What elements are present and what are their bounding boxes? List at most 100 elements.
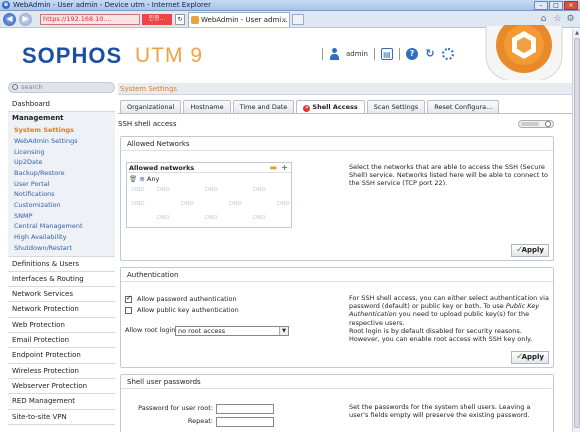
clipboard-icon[interactable]: ▤ <box>380 48 393 60</box>
main-content: System Settings Organizational Hostname … <box>118 80 572 432</box>
sidebar-item-network-protection[interactable]: Network Protection <box>8 302 115 318</box>
pubkey-auth-label: Allow public key authentication <box>137 306 239 314</box>
sidebar-item-interfaces-routing[interactable]: Interfaces & Routing <box>8 271 115 288</box>
home-icon[interactable]: ⌂ <box>538 14 549 25</box>
window-titlebar: e WebAdmin - User admin - Device utm - I… <box>0 0 580 11</box>
network-name: Any <box>146 175 160 183</box>
pubkey-auth-row[interactable]: Allow public key authentication <box>125 306 239 315</box>
sidebar-group-management[interactable]: Management <box>8 112 115 126</box>
allowed-networks-box-title: Allowed networks <box>127 163 291 173</box>
add-icon[interactable]: + <box>281 164 288 172</box>
tab-hostname[interactable]: Hostname <box>183 100 231 113</box>
sidebar-subitem-backup-restore[interactable]: Backup/Restore <box>8 168 115 179</box>
scroll-up-icon[interactable]: ▲ <box>573 29 580 37</box>
root-login-select[interactable]: no root access ▼ <box>175 326 289 336</box>
tab-time-and-date[interactable]: Time and Date <box>232 100 295 113</box>
dnd-placeholder: DND <box>253 187 266 193</box>
divider <box>373 48 375 60</box>
tab-organizational[interactable]: Organizational <box>120 100 182 113</box>
dnd-placeholder: DND <box>157 215 170 221</box>
sidebar-item-endpoint-protection[interactable]: Endpoint Protection <box>8 348 115 364</box>
sidebar-item-webserver-protection[interactable]: Webserver Protection <box>8 378 115 395</box>
forward-button[interactable]: ▶ <box>19 13 32 26</box>
maximize-button[interactable]: □ <box>549 1 563 10</box>
pubkey-auth-checkbox[interactable] <box>125 307 132 314</box>
certificate-error-badge[interactable]: 인증... <box>142 14 172 25</box>
root-login-label: Allow root login: <box>125 326 178 334</box>
back-button[interactable]: ◀ <box>3 13 16 26</box>
shell-passwords-panel: Shell user passwords Password for user r… <box>120 374 554 432</box>
ssh-access-toggle[interactable] <box>518 120 554 128</box>
page-scrollbar[interactable]: ▲ <box>572 29 580 432</box>
sidebar-item-site-to-site-vpn[interactable]: Site-to-site VPN <box>8 409 115 425</box>
search-icon <box>12 84 18 90</box>
close-circle-icon: ✕ <box>303 105 311 112</box>
sidebar-subitem-webadmin-settings[interactable]: WebAdmin Settings <box>8 135 115 147</box>
close-window-button[interactable]: × <box>564 1 578 10</box>
sidebar-item-email-protection[interactable]: Email Protection <box>8 333 115 349</box>
sidebar-subitem-high-availability[interactable]: High Availability <box>8 232 115 243</box>
settings-tabs: Organizational Hostname Time and Date ✕ S… <box>120 100 500 113</box>
close-tab-icon[interactable]: × <box>281 13 287 27</box>
ssh-access-row: SSH shell access <box>118 118 554 130</box>
sidebar-subitem-up2date[interactable]: Up2Date <box>8 157 115 169</box>
sidebar-subitem-user-portal[interactable]: User Portal <box>8 178 115 190</box>
sidebar-subitem-notifications[interactable]: Notifications <box>8 189 115 201</box>
trash-icon[interactable]: 🗑 <box>129 175 137 183</box>
password-auth-checkbox[interactable] <box>125 294 132 303</box>
sophos-shield-graphic <box>485 25 563 83</box>
tab-shell-access[interactable]: ✕ Shell Access <box>296 100 365 113</box>
url-input[interactable]: https://192.168.10.... <box>40 14 140 25</box>
scrollbar-thumb[interactable] <box>574 38 580 428</box>
sidebar-item-network-services[interactable]: Network Services <box>8 287 115 303</box>
sophos-logo: SOPHOS <box>22 43 123 68</box>
sophos-favicon-icon <box>191 16 199 24</box>
authentication-apply-button[interactable]: ✓ Apply <box>511 351 549 364</box>
activity-spinner-icon[interactable] <box>441 48 454 60</box>
password-auth-label: Allow password authentication <box>137 295 237 303</box>
sidebar-subitem-snmp[interactable]: SNMP <box>8 210 115 222</box>
app-header: SOPHOS UTM 9 admin ▤ ? ↻ <box>0 25 572 83</box>
sidebar-subitem-central-management[interactable]: Central Management <box>8 221 115 233</box>
browser-tab-webadmin[interactable]: WebAdmin - User admi... × <box>188 12 290 27</box>
minimize-button[interactable]: – <box>534 1 548 10</box>
password-auth-row[interactable]: Allow password authentication <box>125 294 237 304</box>
refresh-icon[interactable]: ↻ <box>175 14 185 25</box>
sidebar-item-wireless-protection[interactable]: Wireless Protection <box>8 363 115 379</box>
help-icon[interactable]: ? <box>405 48 418 60</box>
folder-icon[interactable]: ▬ <box>269 164 277 172</box>
ssh-access-label: SSH shell access <box>118 120 177 128</box>
allowed-networks-panel: Allowed Networks Allowed networks ▬ + 🗑 … <box>120 136 554 261</box>
sidebar-subitem-licensing[interactable]: Licensing <box>8 146 115 158</box>
sidebar-item-dashboard[interactable]: Dashboard <box>8 97 115 113</box>
sidebar-item-red-management[interactable]: RED Management <box>8 394 115 410</box>
sidebar-subitem-system-settings[interactable]: System Settings <box>8 125 115 136</box>
shell-passwords-title: Shell user passwords <box>121 375 553 389</box>
tab-scan-settings[interactable]: Scan Settings <box>366 100 426 113</box>
dnd-placeholder: DND <box>181 201 194 207</box>
apply-label: Apply <box>521 353 544 361</box>
sidebar-subitem-shutdown-restart[interactable]: Shutdown/Restart <box>8 242 115 254</box>
sidebar-item-web-protection[interactable]: Web Protection <box>8 317 115 334</box>
settings-gear-icon[interactable]: ⚙ <box>565 14 576 25</box>
user-icon <box>329 48 340 60</box>
dnd-placeholder: DND <box>229 201 242 207</box>
network-list-item[interactable]: 🗑 ⊕ Any <box>129 175 159 183</box>
tab-reset-configuration[interactable]: Reset Configura... <box>427 100 500 113</box>
new-tab-button[interactable] <box>292 14 304 25</box>
ie-logo-icon: e <box>2 1 10 9</box>
allowed-networks-description: Select the networks that are able to acc… <box>349 163 548 188</box>
root-password-input[interactable] <box>216 404 274 414</box>
username-link[interactable]: admin <box>346 50 368 58</box>
sidebar-management-submenu: System Settings WebAdmin Settings Licens… <box>8 125 115 257</box>
dnd-placeholder: DND <box>277 201 290 207</box>
tab-underline <box>118 113 572 114</box>
dnd-placeholder: DND <box>157 187 170 193</box>
repeat-password-input[interactable] <box>216 417 274 427</box>
favorites-star-icon[interactable]: ☆ <box>552 14 563 25</box>
sidebar-subitem-customization[interactable]: Customization <box>8 200 115 211</box>
sidebar-search-input[interactable]: search <box>8 82 115 93</box>
reload-icon[interactable]: ↻ <box>423 48 436 60</box>
allowed-networks-apply-button[interactable]: ✓ Apply <box>511 244 549 257</box>
sidebar-item-definitions-users[interactable]: Definitions & Users <box>8 256 115 272</box>
